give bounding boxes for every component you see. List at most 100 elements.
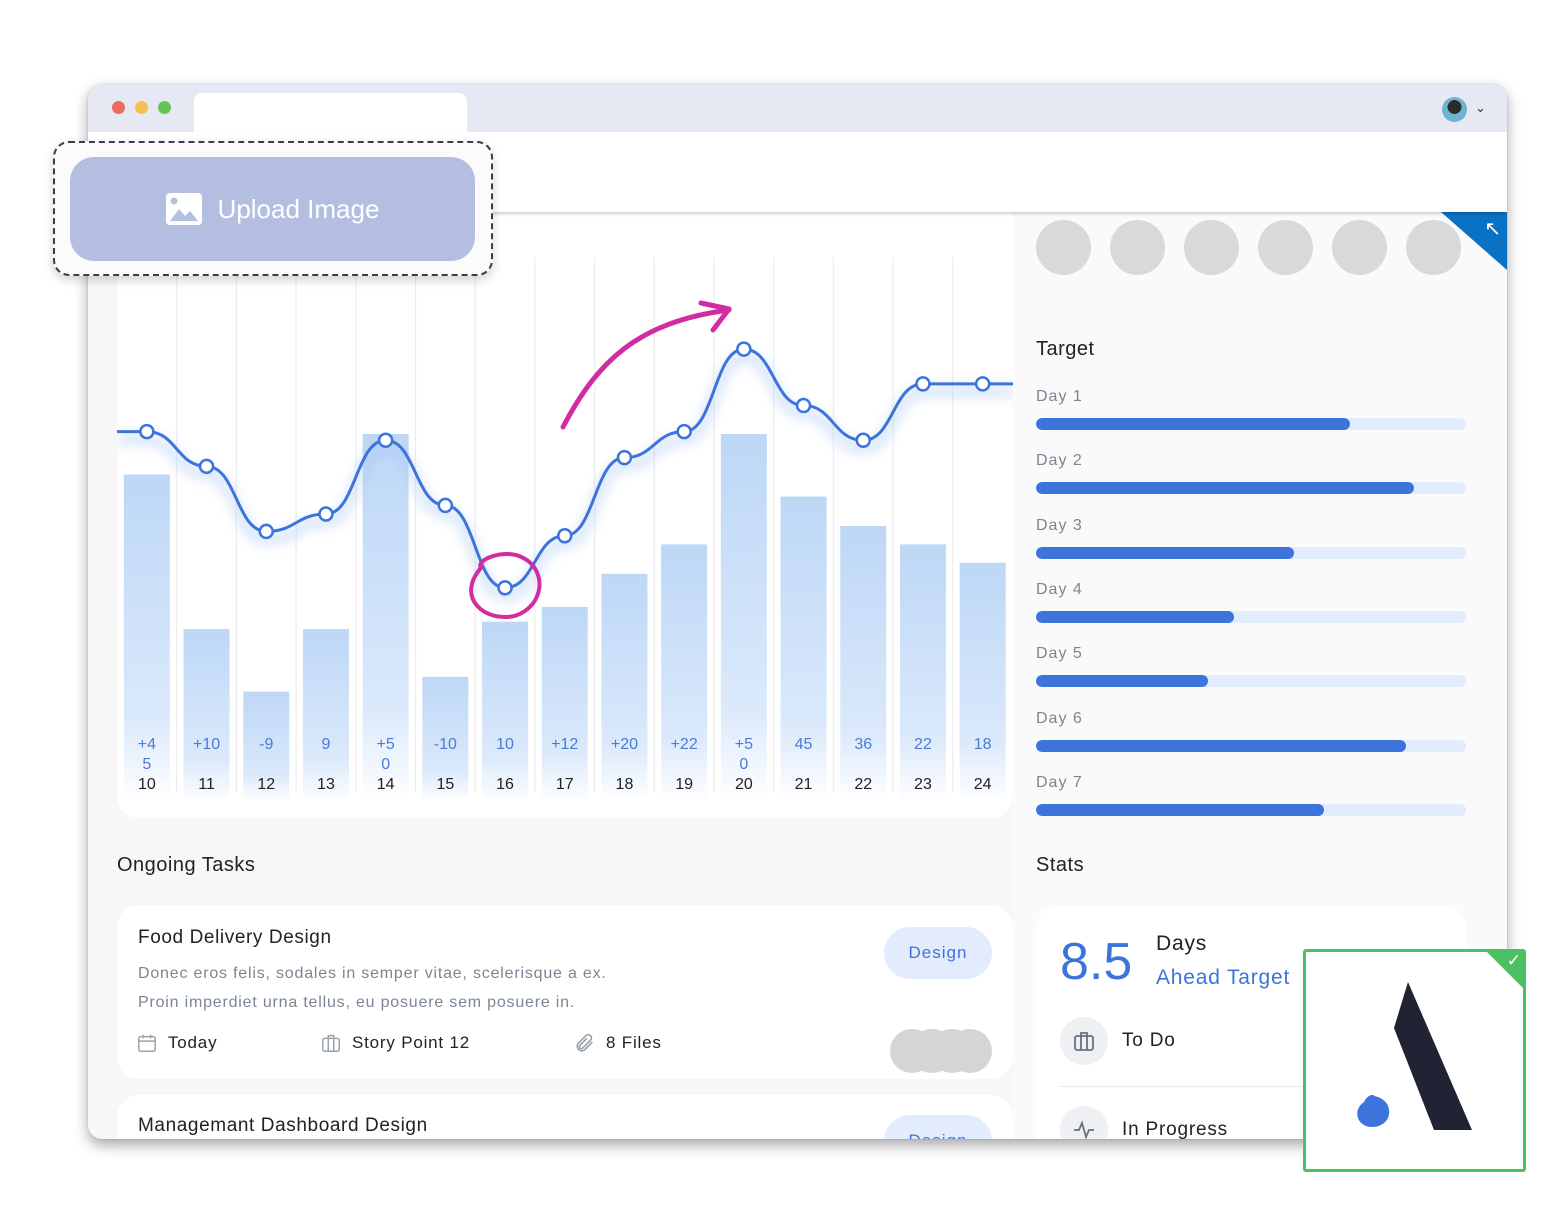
x-tick-label: 22	[854, 776, 872, 793]
target-progress-bar	[1036, 546, 1466, 559]
bar-value-label: +5	[377, 736, 395, 753]
stats-big-number: 8.5	[1060, 933, 1133, 991]
x-tick-label: 16	[496, 776, 514, 793]
stats-title: Stats	[1036, 854, 1085, 876]
maximize-window-button[interactable]	[158, 101, 171, 114]
bar-value-label: 45	[795, 736, 813, 753]
ongoing-tasks-title: Ongoing Tasks	[117, 854, 256, 876]
task-files[interactable]: 8 Files	[574, 1032, 662, 1054]
task-card[interactable]: Managemant Dashboard Design Design	[117, 1095, 1013, 1139]
x-tick-label: 18	[616, 776, 634, 793]
paperclip-icon	[576, 1033, 593, 1052]
dashboard-main: +4 5 10 +10 11 -9 12 9 13 +5 0 14 -10 15 10 16 +12 17 +20 1…	[88, 212, 1507, 1139]
assignee-avatars[interactable]	[890, 1029, 992, 1073]
bar-value-label: +5	[735, 736, 753, 753]
target-progress-bar	[1036, 739, 1466, 752]
title-bar: ⌄	[88, 84, 1507, 132]
calendar-icon	[138, 1034, 156, 1052]
task-tag[interactable]: Design	[884, 1115, 992, 1139]
task-description-line-2: Proin imperdiet urna tellus, eu posuere …	[138, 994, 576, 1011]
x-tick-label: 15	[436, 776, 454, 793]
target-progress-bar	[1036, 610, 1466, 623]
upload-dropzone[interactable]: Upload Image	[53, 141, 493, 276]
chart-point	[318, 506, 334, 522]
close-window-button[interactable]	[112, 101, 125, 114]
bar-value-label: 0	[739, 756, 748, 773]
target-day-label: Day 3	[1036, 516, 1083, 534]
bar-value-label: 18	[974, 736, 992, 753]
annotation-arrow	[560, 307, 732, 430]
target-progress-bar	[1036, 482, 1466, 495]
x-tick-label: 20	[735, 776, 753, 793]
user-avatar[interactable]	[1442, 97, 1467, 122]
placeholder-circle	[1036, 220, 1091, 275]
target-day-label: Day 6	[1036, 709, 1083, 727]
target-progress-bar	[1036, 675, 1466, 688]
target-progress-fill	[1036, 418, 1350, 430]
upload-image-label: Upload Image	[217, 193, 380, 224]
target-day-label: Day 5	[1036, 645, 1083, 663]
chart-point	[855, 432, 871, 449]
target-progress-fill	[1036, 739, 1406, 752]
target-day-label: Day 2	[1036, 452, 1083, 470]
task-title: Food Delivery Design	[138, 927, 332, 948]
bar-value-label: 22	[914, 736, 932, 753]
task-date: Today	[136, 1032, 217, 1054]
minimize-window-button[interactable]	[135, 101, 148, 114]
chart-card: +4 5 10 +10 11 -9 12 9 13 +5 0 14 -10 15 10 16 +12 17 +20 1…	[117, 212, 1013, 818]
bar-value-label: +20	[611, 736, 638, 753]
bar-value-label: +22	[671, 736, 698, 753]
chart-point	[258, 523, 274, 540]
bar-value-label: -9	[259, 736, 273, 753]
target-progress-fill	[1036, 803, 1325, 816]
chart-bar	[959, 562, 1006, 802]
bar-value-label: 0	[381, 756, 390, 773]
task-story-points: Story Point 12	[320, 1032, 470, 1054]
placeholder-circle	[1110, 220, 1165, 275]
upload-image-button[interactable]: Upload Image	[70, 157, 475, 261]
bar-value-label: -10	[434, 736, 457, 753]
bar-value-label: +4	[138, 736, 156, 753]
stat-label: In Progress	[1122, 1119, 1228, 1139]
check-icon: ✓	[1506, 951, 1521, 970]
logo-preview[interactable]: ✓	[1303, 949, 1526, 1172]
bar-value-label: 10	[496, 736, 514, 753]
arrow-up-left-icon[interactable]: ↖	[1484, 216, 1501, 241]
combo-chart: +4 5 10 +10 11 -9 12 9 13 +5 0 14 -10 15 10 16 +12 17 +20 1…	[117, 257, 1013, 802]
activity-icon	[1060, 1106, 1108, 1139]
chart-point	[198, 458, 215, 475]
x-tick-label: 17	[556, 776, 574, 793]
chevron-down-icon[interactable]: ⌄	[1475, 100, 1486, 116]
briefcase-icon	[322, 1034, 340, 1052]
target-day-label: Day 1	[1036, 388, 1083, 405]
placeholder-circle	[1184, 220, 1239, 275]
briefcase-icon	[1060, 1017, 1108, 1065]
bar-value-label: 36	[854, 736, 872, 753]
browser-tab[interactable]	[194, 93, 467, 132]
chart-bar	[601, 573, 648, 802]
assignee-avatar	[948, 1029, 992, 1073]
stat-label: To Do	[1122, 1030, 1176, 1051]
bar-value-label: 5	[142, 756, 151, 773]
target-progress-fill	[1036, 482, 1415, 495]
chart-bar	[482, 621, 529, 802]
task-files-label: 8 Files	[606, 1033, 662, 1052]
x-tick-label: 11	[198, 776, 215, 793]
task-story-label: Story Point 12	[352, 1033, 470, 1052]
target-progress-fill	[1036, 610, 1234, 623]
chart-point	[616, 449, 633, 466]
task-tag[interactable]: Design	[884, 927, 992, 979]
chart-point	[377, 432, 394, 449]
task-date-label: Today	[168, 1033, 218, 1052]
target-day-label: Day 7	[1036, 773, 1083, 791]
placeholder-circle	[1332, 220, 1387, 275]
task-card[interactable]: Food Delivery Design Donec eros felis, s…	[117, 905, 1013, 1079]
x-tick-label: 21	[795, 776, 813, 793]
chart-bar	[541, 606, 588, 802]
stats-caption: Ahead Target	[1156, 966, 1291, 989]
chart-point	[736, 341, 752, 357]
target-day-label: Day 4	[1036, 580, 1083, 598]
chart-point	[437, 497, 454, 514]
x-tick-label: 14	[377, 776, 395, 793]
x-tick-label: 12	[257, 776, 275, 793]
